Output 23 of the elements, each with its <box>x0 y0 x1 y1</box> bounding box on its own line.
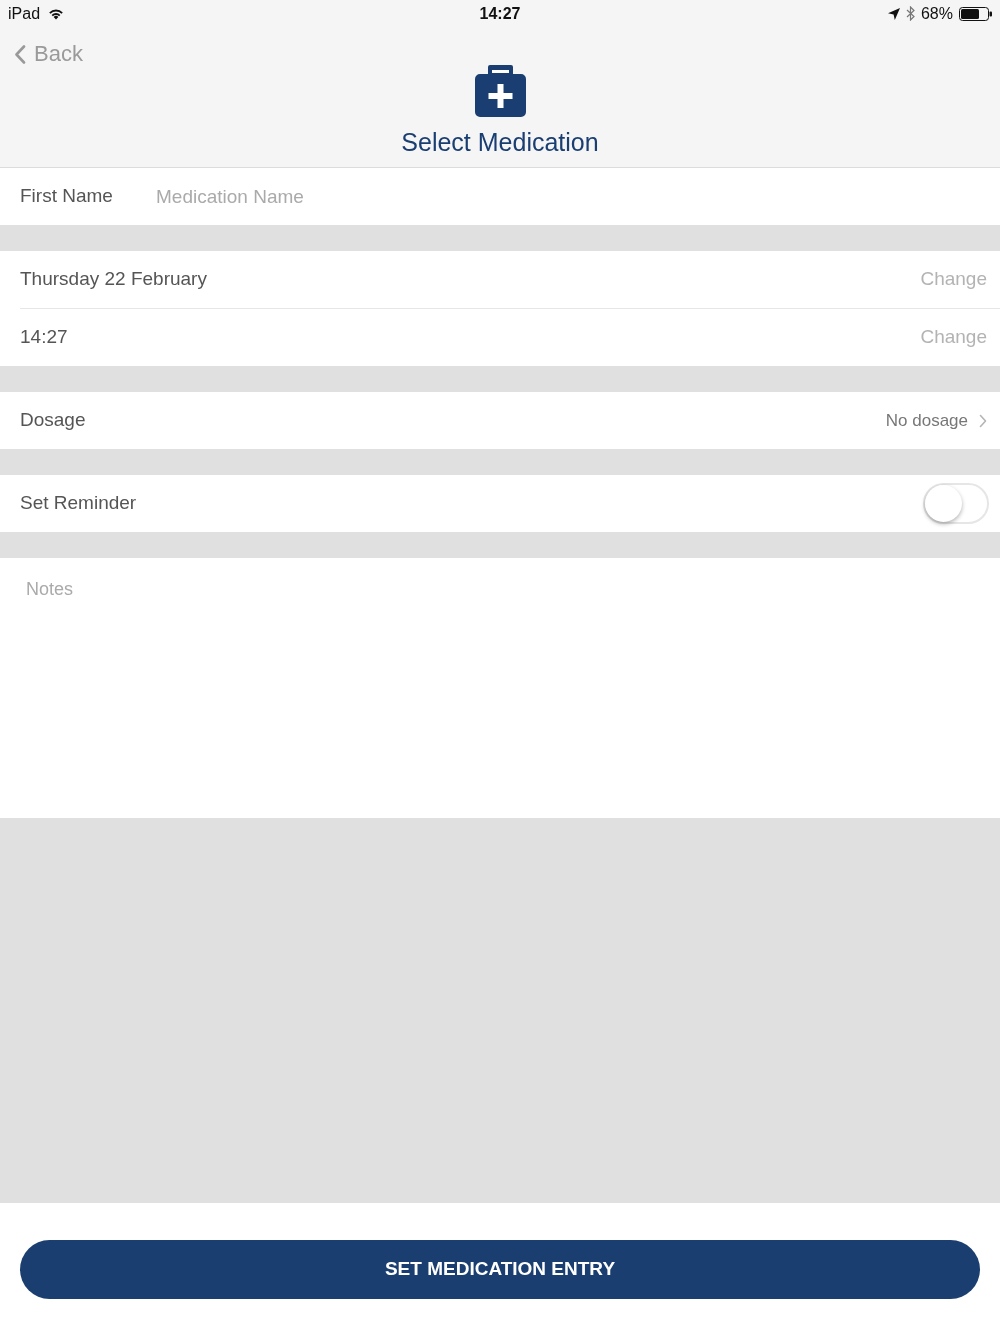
medical-kit-icon <box>474 65 526 117</box>
reminder-switch[interactable] <box>923 483 989 524</box>
notes-field[interactable]: Notes <box>0 558 1000 818</box>
row-value: 14:27 <box>20 325 68 350</box>
chevron-left-icon <box>14 44 26 64</box>
medication-name-row[interactable]: First Name Medication Name <box>0 168 1000 225</box>
medication-name-field[interactable]: Medication Name <box>156 176 1000 217</box>
bluetooth-icon <box>905 6 915 21</box>
battery-percent: 68% <box>920 3 953 24</box>
dosage-value: No dosage <box>885 409 968 432</box>
dosage-row[interactable]: Dosage No dosage <box>0 392 1000 449</box>
row-value: Thursday 22 February <box>20 267 207 292</box>
status-time: 14:27 <box>479 3 521 24</box>
device-name: iPad <box>8 3 41 24</box>
page-title: Select Medication <box>401 127 599 157</box>
chevron-right-icon <box>979 413 987 428</box>
submit-button[interactable]: SET MEDICATION ENTRY <box>20 1240 980 1299</box>
row-label: Dosage <box>20 408 86 433</box>
battery-icon <box>959 6 992 21</box>
location-arrow-icon <box>887 7 900 20</box>
row-label: Set Reminder <box>20 491 137 516</box>
field-label: First Name <box>20 184 114 209</box>
wifi-icon <box>48 7 65 20</box>
